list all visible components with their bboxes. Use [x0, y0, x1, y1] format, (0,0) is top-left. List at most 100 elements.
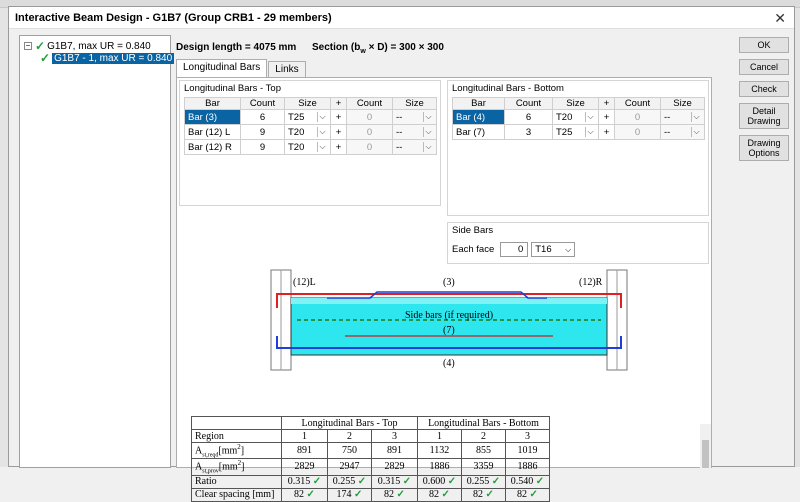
size-dropdown[interactable]: T20 ⌵: [284, 124, 331, 140]
count-cell[interactable]: 9: [240, 139, 285, 155]
design-content: Design length = 4075 mm Section (bw × D)…: [172, 35, 730, 502]
side-bars-group: Side Bars Each face 0 T16 ⌵: [447, 222, 709, 264]
dialog-titlebar: Interactive Beam Design - G1B7 (Group CR…: [9, 7, 794, 29]
col-header: Size: [552, 97, 599, 110]
bottom-bars-group: Longitudinal Bars - Bottom Bar Count Siz…: [447, 80, 709, 216]
bar-cell[interactable]: Bar (7): [452, 124, 505, 140]
tab-links[interactable]: Links: [268, 61, 306, 77]
each-face-label: Each face: [452, 244, 495, 255]
size-dropdown[interactable]: T25 ⌵: [552, 124, 599, 140]
background-left-panel: [0, 8, 8, 467]
chevron-down-icon: ⌵: [423, 127, 433, 137]
bar-cell[interactable]: Bar (12) L: [184, 124, 241, 140]
chevron-down-icon: ⌵: [423, 142, 433, 152]
results-scrollbar[interactable]: [700, 424, 711, 468]
label-3: (3): [443, 277, 455, 288]
count2-cell[interactable]: 0: [614, 109, 661, 125]
size2-dropdown[interactable]: -- ⌵: [392, 109, 437, 125]
size2-dropdown[interactable]: -- ⌵: [392, 139, 437, 155]
close-icon[interactable]: ✕: [774, 10, 786, 27]
ok-button[interactable]: OK: [739, 37, 789, 53]
check-icon: ✓: [402, 476, 412, 488]
col-header: Bar: [184, 97, 241, 110]
table-row: Ratio 0.315 ✓ 0.255 ✓ 0.315 ✓ 0.600 ✓ 0.…: [191, 474, 550, 489]
side-bars-size-dropdown[interactable]: T16 ⌵: [531, 242, 576, 257]
check-icon: ✓: [441, 489, 450, 501]
plus-cell: +: [330, 109, 347, 125]
col-header: +: [330, 97, 347, 110]
plus-cell: +: [598, 109, 615, 125]
count-cell[interactable]: 6: [504, 109, 553, 125]
count-cell[interactable]: 3: [504, 124, 553, 140]
drawing-options-button[interactable]: Drawing Options: [739, 135, 789, 161]
tree-item-child-label: G1B7 - 1, max UR = 0.840: [52, 52, 175, 64]
check-icon: ✓: [535, 476, 545, 488]
side-bars-count-input[interactable]: 0: [500, 242, 529, 257]
check-icon: ✓: [306, 489, 315, 501]
label-12l: (12)L: [293, 277, 316, 288]
check-icon: ✓: [491, 476, 501, 488]
check-icon: ✓: [40, 51, 51, 65]
size2-dropdown[interactable]: -- ⌵: [660, 109, 705, 125]
col-header: +: [598, 97, 615, 110]
size-dropdown[interactable]: T20 ⌵: [284, 139, 331, 155]
col-header: Count: [504, 97, 553, 110]
table-row[interactable]: Bar (12) L 9 T20 ⌵ + 0 -- ⌵: [184, 124, 437, 140]
count2-cell[interactable]: 0: [614, 124, 661, 140]
table-row[interactable]: Bar (3) 6 T25 ⌵ + 0 -- ⌵: [184, 109, 437, 125]
table-row: Clear spacing [mm] 82 ✓ 174 ✓ 82 ✓ 82 ✓ …: [191, 487, 550, 502]
bar-cell[interactable]: Bar (12) R: [184, 139, 241, 155]
check-icon: ✓: [447, 476, 457, 488]
spacing-label: Clear spacing [mm]: [191, 487, 282, 502]
table-row[interactable]: Bar (4) 6 T20 ⌵ + 0 -- ⌵: [452, 109, 705, 125]
check-icon: ✓: [485, 489, 494, 501]
tab-strip: Longitudinal Bars Links: [176, 59, 307, 77]
chevron-down-icon: ⌵: [691, 127, 701, 137]
label-side-bars: Side bars (if required): [405, 310, 493, 321]
bar-cell[interactable]: Bar (3): [184, 109, 241, 125]
count2-cell[interactable]: 0: [346, 109, 393, 125]
col-header: Count: [614, 97, 661, 110]
chevron-down-icon: ⌵: [691, 112, 701, 122]
size-dropdown[interactable]: T25 ⌵: [284, 109, 331, 125]
table-row[interactable]: Bar (7) 3 T25 ⌵ + 0 -- ⌵: [452, 124, 705, 140]
bar-cell[interactable]: Bar (4): [452, 109, 505, 125]
check-icon: ✓: [357, 476, 367, 488]
top-bars-group: Longitudinal Bars - Top Bar Count Size +…: [179, 80, 441, 206]
col-header: Size: [392, 97, 437, 110]
top-bars-table: Bar Count Size + Count Size Bar (3) 6 T2…: [184, 97, 437, 155]
chevron-down-icon: ⌵: [565, 245, 572, 254]
collapse-icon[interactable]: −: [24, 42, 32, 50]
tree-item-child[interactable]: ✓ G1B7 - 1, max UR = 0.840: [40, 51, 175, 65]
size2-dropdown[interactable]: -- ⌵: [660, 124, 705, 140]
check-icon: ✓: [354, 489, 363, 501]
chevron-down-icon: ⌵: [317, 127, 327, 137]
detail-drawing-button[interactable]: Detail Drawing: [739, 103, 789, 129]
dialog-title: Interactive Beam Design - G1B7 (Group CR…: [15, 11, 332, 24]
section-size: Section (bw × D) = 300 × 300: [312, 42, 444, 55]
col-header: Size: [660, 97, 705, 110]
size-dropdown[interactable]: T20 ⌵: [552, 109, 599, 125]
check-icon: ✓: [312, 476, 322, 488]
count2-cell[interactable]: 0: [346, 124, 393, 140]
ast-reqd-label: Ast,reqd[mm2]: [191, 441, 282, 460]
chevron-down-icon: ⌵: [317, 142, 327, 152]
check-button[interactable]: Check: [739, 81, 789, 97]
tab-longitudinal-bars[interactable]: Longitudinal Bars: [176, 59, 268, 77]
count-cell[interactable]: 9: [240, 124, 285, 140]
count-cell[interactable]: 6: [240, 109, 285, 125]
scrollbar-thumb[interactable]: [702, 440, 709, 468]
cancel-button[interactable]: Cancel: [739, 59, 789, 75]
col-header: Bar: [452, 97, 505, 110]
region-label: Region: [191, 429, 282, 443]
count2-cell[interactable]: 0: [346, 139, 393, 155]
bottom-bars-title: Longitudinal Bars - Bottom: [452, 83, 564, 94]
results-group-top: Longitudinal Bars - Top: [281, 416, 418, 430]
col-header: Count: [346, 97, 393, 110]
tree-item-root-label: G1B7, max UR = 0.840: [47, 40, 151, 52]
top-bars-title: Longitudinal Bars - Top: [184, 83, 281, 94]
size2-dropdown[interactable]: -- ⌵: [392, 124, 437, 140]
col-header: Count: [240, 97, 285, 110]
table-row[interactable]: Bar (12) R 9 T20 ⌵ + 0 -- ⌵: [184, 139, 437, 155]
plus-cell: +: [330, 139, 347, 155]
